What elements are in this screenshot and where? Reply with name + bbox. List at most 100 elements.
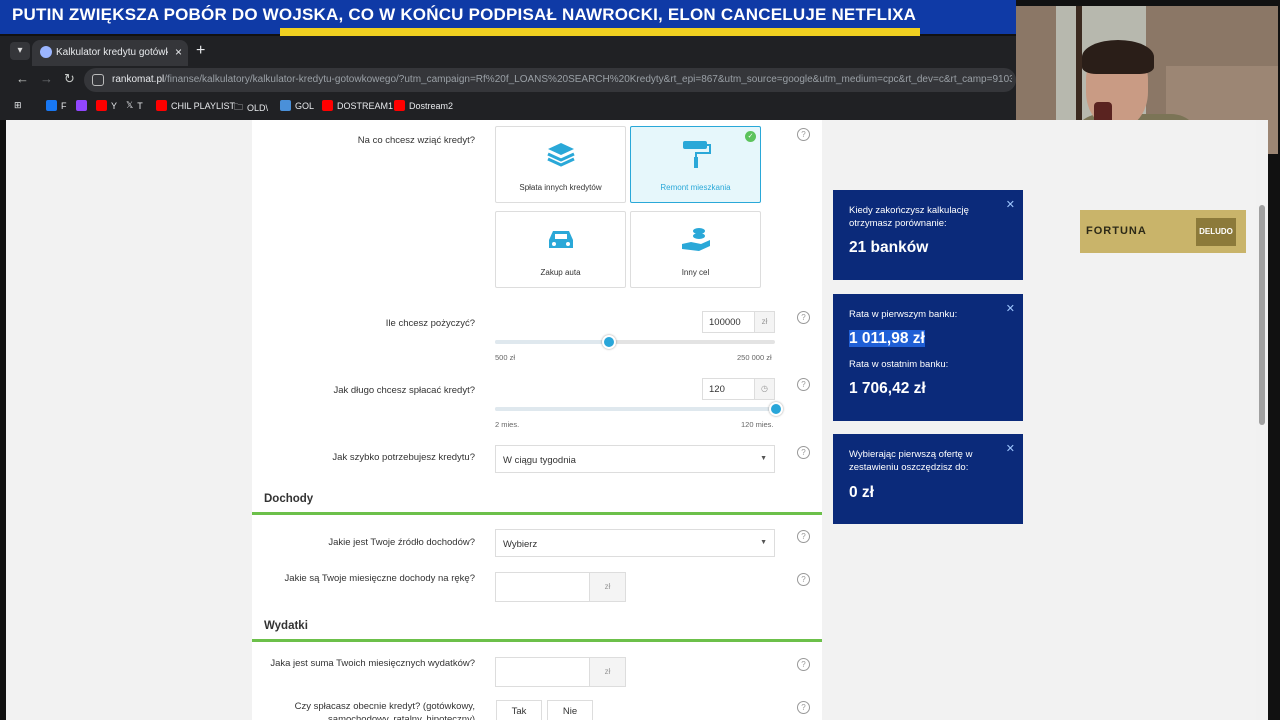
amount-slider-track[interactable] <box>495 340 775 344</box>
period-question: Jak długo chcesz spłacać kredyt? <box>333 385 475 396</box>
bookmark-youtube[interactable]: Y <box>96 100 117 111</box>
twitch-icon <box>76 100 87 111</box>
tab-title: Kalkulator kredytu gotówkowego <box>56 47 168 58</box>
bookmark-dostream2[interactable]: Dostream2 <box>394 100 453 111</box>
headline-text: PUTIN ZWIĘKSZA POBÓR DO WOJSKA, CO W KOŃ… <box>12 5 917 24</box>
bookmark-x[interactable]: 𝕏T <box>126 100 143 111</box>
page-viewport: Na co chcesz wziąć kredyt? ? Spłata inny… <box>6 120 1256 720</box>
check-icon: ✓ <box>745 131 756 142</box>
tab-search-button[interactable]: ▾ <box>10 42 30 60</box>
amount-unit: zł <box>754 312 774 332</box>
gol-icon <box>280 100 291 111</box>
period-min-label: 2 mies. <box>495 420 520 429</box>
navigation-bar: ← → ↻ rankomat.pl/finanse/kalkulatory/ka… <box>0 66 1016 94</box>
amount-input[interactable]: 100000 zł <box>702 311 775 333</box>
car-icon <box>548 231 573 248</box>
purpose-card-renovation[interactable]: ✓ Remont mieszkania <box>630 126 761 203</box>
purpose-question: Na co chcesz wziąć kredyt? <box>357 135 475 146</box>
forward-arrow-icon[interactable]: → <box>40 71 53 86</box>
period-input[interactable]: 120 ◷ <box>702 378 775 400</box>
purpose-card-label: Remont mieszkania <box>660 183 731 192</box>
savings-text: Wybierając pierwszą ofertę w zestawieniu… <box>849 449 973 473</box>
bookmark-twitch[interactable] <box>76 100 87 111</box>
close-icon[interactable]: ✕ <box>1006 442 1015 455</box>
period-slider-track[interactable] <box>495 407 775 411</box>
purpose-card-other[interactable]: Inny cel <box>630 211 761 288</box>
help-icon[interactable]: ? <box>797 128 810 141</box>
scrollbar-thumb[interactable] <box>1259 205 1265 425</box>
purpose-card-label: Inny cel <box>681 268 710 277</box>
help-icon[interactable]: ? <box>797 530 810 543</box>
bookmark-dostream1[interactable]: DOSTREAM1 <box>322 100 393 111</box>
bookmarks-bar: ⊞ F Y 𝕏T CHIL PLAYLIST 🗀 OLD\ GOL DOSTREA… <box>0 94 1016 120</box>
site-info-icon[interactable] <box>92 74 104 86</box>
ad-badge: DELUDO <box>1196 218 1236 246</box>
income-source-selected-value: Wybierz <box>503 539 538 550</box>
folder-icon: 🗀 <box>234 102 244 112</box>
tab-close-icon[interactable]: × <box>175 45 182 59</box>
expenses-input[interactable]: zł <box>495 657 626 687</box>
stacked-bills-icon <box>546 143 575 167</box>
section-divider <box>252 639 822 642</box>
page-scrollbar[interactable] <box>1256 120 1268 720</box>
close-icon[interactable]: ✕ <box>1006 198 1015 211</box>
reload-icon[interactable]: ↻ <box>64 71 75 87</box>
income-source-select[interactable]: Wybierz ▼ <box>495 529 775 557</box>
speed-selected-value: W ciągu tygodnia <box>503 455 576 466</box>
new-tab-icon[interactable]: + <box>196 42 205 60</box>
youtube-icon <box>394 100 405 111</box>
amount-max-label: 250 000 zł <box>737 353 772 362</box>
last-bank-rate: 1 706,42 zł <box>849 380 926 397</box>
summary-banks-card: ✕ Kiedy zakończysz kalkulację otrzymasz … <box>833 190 1023 280</box>
income-amount-question: Jakie są Twoje miesięczne dochody na ręk… <box>284 573 475 584</box>
url-text: rankomat.pl/finanse/kalkulatory/kalkulat… <box>112 74 1012 85</box>
income-amount-input[interactable]: zł <box>495 572 626 602</box>
help-icon[interactable]: ? <box>797 378 810 391</box>
purpose-card-car[interactable]: Zakup auta <box>495 211 626 288</box>
help-icon[interactable]: ? <box>797 311 810 324</box>
expenses-section-title: Wydatki <box>264 620 308 632</box>
hand-coins-icon <box>681 228 710 251</box>
help-icon[interactable]: ? <box>797 573 810 586</box>
income-section-title: Dochody <box>264 493 314 505</box>
no-button[interactable]: Nie <box>547 700 593 720</box>
help-icon[interactable]: ? <box>797 446 810 459</box>
summary-rates-card: ✕ Rata w pierwszym banku: 1 011,98 zł Ra… <box>833 294 1023 421</box>
back-arrow-icon[interactable]: ← <box>16 71 29 86</box>
yes-button[interactable]: Tak <box>496 700 542 720</box>
expenses-unit: zł <box>589 658 625 686</box>
address-bar[interactable]: rankomat.pl/finanse/kalkulatory/kalkulat… <box>84 68 1016 92</box>
clock-icon: ◷ <box>754 379 774 399</box>
webcam-person-hair <box>1082 40 1154 74</box>
paint-roller-icon <box>682 141 711 168</box>
bookmark-folder-old[interactable]: 🗀 OLD\ <box>234 100 268 116</box>
last-bank-label: Rata w ostatnim banku: <box>849 359 949 370</box>
help-icon[interactable]: ? <box>797 701 810 714</box>
speed-question: Jak szybko potrzebujesz kredytu? <box>332 452 475 463</box>
period-max-label: 120 mies. <box>741 420 774 429</box>
income-source-question: Jakie jest Twoje źródło dochodów? <box>328 537 475 548</box>
help-icon[interactable]: ? <box>797 658 810 671</box>
purpose-card-repay[interactable]: Spłata innych kredytów <box>495 126 626 203</box>
youtube-icon <box>96 100 107 111</box>
fortuna-ad-banner[interactable]: FORTUNA DELUDO <box>1080 210 1246 253</box>
purpose-card-label: Zakup auta <box>540 268 581 277</box>
close-icon[interactable]: ✕ <box>1006 302 1015 315</box>
amount-slider-handle[interactable] <box>602 335 616 349</box>
youtube-icon <box>322 100 333 111</box>
purpose-card-label: Spłata innych kredytów <box>519 183 602 192</box>
bookmark-facebook[interactable]: F <box>46 100 67 111</box>
active-tab[interactable]: Kalkulator kredytu gotówkowego × <box>32 40 188 66</box>
loan-form: Na co chcesz wziąć kredyt? ? Spłata inny… <box>252 120 822 720</box>
bookmark-chil-playlist[interactable]: CHIL PLAYLIST <box>156 100 235 111</box>
income-unit: zł <box>589 573 625 601</box>
period-slider-handle[interactable] <box>769 402 783 416</box>
period-slider-fill <box>495 407 775 411</box>
apps-grid-icon[interactable]: ⊞ <box>14 100 22 111</box>
chevron-down-icon: ▼ <box>760 455 767 462</box>
tab-bar: ▾ Kalkulator kredytu gotówkowego × + <box>0 36 1016 66</box>
period-value: 120 <box>709 384 725 395</box>
bookmark-gol[interactable]: GOL <box>280 100 314 111</box>
site-favicon-icon <box>40 46 52 58</box>
speed-select[interactable]: W ciągu tygodnia ▼ <box>495 445 775 473</box>
